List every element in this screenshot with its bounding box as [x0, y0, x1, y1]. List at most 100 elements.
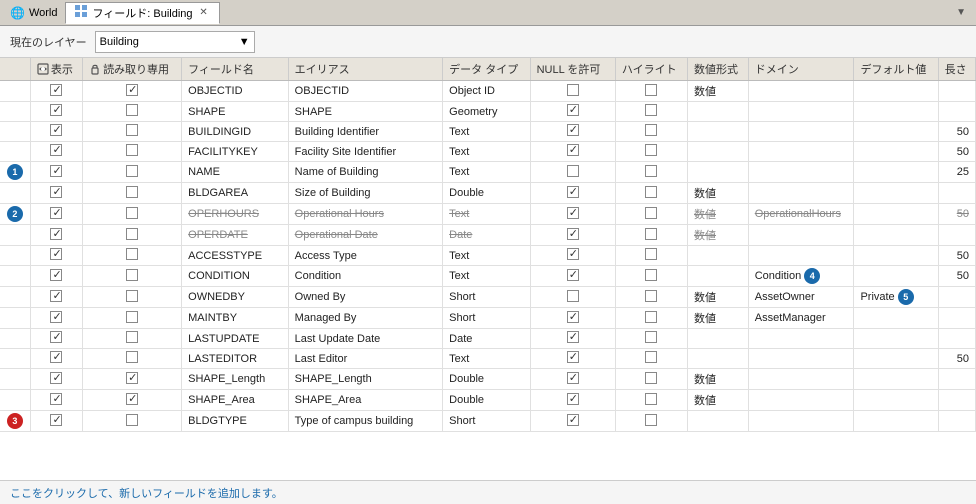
- tab-fields[interactable]: フィールド: Building ✕: [65, 2, 219, 24]
- show-checkbox[interactable]: [50, 269, 62, 281]
- allownull-cell[interactable]: [530, 287, 615, 308]
- allownull-checkbox[interactable]: [567, 104, 579, 116]
- allownull-checkbox[interactable]: [567, 331, 579, 343]
- highlight-checkbox[interactable]: [645, 393, 657, 405]
- show-checkbox[interactable]: [50, 393, 62, 405]
- highlight-checkbox[interactable]: [645, 372, 657, 384]
- readonly-checkbox-cell[interactable]: [83, 287, 182, 308]
- show-checkbox[interactable]: [50, 248, 62, 260]
- allownull-checkbox[interactable]: [567, 207, 579, 219]
- readonly-checkbox[interactable]: [126, 84, 138, 96]
- readonly-checkbox[interactable]: [126, 351, 138, 363]
- show-checkbox[interactable]: [50, 84, 62, 96]
- allownull-cell[interactable]: [530, 183, 615, 204]
- highlight-cell[interactable]: [615, 122, 687, 142]
- show-checkbox[interactable]: [50, 104, 62, 116]
- allownull-checkbox[interactable]: [567, 144, 579, 156]
- highlight-cell[interactable]: [615, 102, 687, 122]
- readonly-checkbox[interactable]: [126, 393, 138, 405]
- allownull-cell[interactable]: [530, 266, 615, 287]
- show-checkbox-cell[interactable]: [30, 225, 82, 246]
- allownull-cell[interactable]: [530, 102, 615, 122]
- highlight-checkbox[interactable]: [645, 331, 657, 343]
- show-checkbox[interactable]: [50, 124, 62, 136]
- highlight-cell[interactable]: [615, 162, 687, 183]
- readonly-checkbox-cell[interactable]: [83, 81, 182, 102]
- readonly-checkbox[interactable]: [126, 269, 138, 281]
- show-checkbox[interactable]: [50, 207, 62, 219]
- readonly-checkbox-cell[interactable]: [83, 369, 182, 390]
- highlight-cell[interactable]: [615, 411, 687, 432]
- highlight-cell[interactable]: [615, 349, 687, 369]
- show-checkbox[interactable]: [50, 144, 62, 156]
- allownull-checkbox[interactable]: [567, 248, 579, 260]
- readonly-checkbox[interactable]: [126, 372, 138, 384]
- allownull-checkbox[interactable]: [567, 269, 579, 281]
- close-tab-button[interactable]: ✕: [197, 6, 211, 20]
- readonly-checkbox-cell[interactable]: [83, 266, 182, 287]
- allownull-cell[interactable]: [530, 369, 615, 390]
- show-checkbox-cell[interactable]: [30, 162, 82, 183]
- readonly-checkbox[interactable]: [126, 290, 138, 302]
- show-checkbox-cell[interactable]: [30, 142, 82, 162]
- readonly-checkbox-cell[interactable]: [83, 308, 182, 329]
- readonly-checkbox-cell[interactable]: [83, 162, 182, 183]
- show-checkbox-cell[interactable]: [30, 122, 82, 142]
- show-checkbox-cell[interactable]: [30, 369, 82, 390]
- allownull-cell[interactable]: [530, 390, 615, 411]
- show-checkbox[interactable]: [50, 228, 62, 240]
- allownull-checkbox[interactable]: [567, 311, 579, 323]
- allownull-checkbox[interactable]: [567, 393, 579, 405]
- allownull-checkbox[interactable]: [567, 165, 579, 177]
- show-checkbox[interactable]: [50, 331, 62, 343]
- readonly-checkbox-cell[interactable]: [83, 390, 182, 411]
- allownull-checkbox[interactable]: [567, 228, 579, 240]
- allownull-cell[interactable]: [530, 349, 615, 369]
- layer-select[interactable]: Building ▼: [95, 31, 255, 53]
- readonly-checkbox-cell[interactable]: [83, 411, 182, 432]
- show-checkbox-cell[interactable]: [30, 411, 82, 432]
- show-checkbox[interactable]: [50, 372, 62, 384]
- readonly-checkbox-cell[interactable]: [83, 102, 182, 122]
- allownull-checkbox[interactable]: [567, 290, 579, 302]
- show-checkbox-cell[interactable]: [30, 183, 82, 204]
- show-checkbox[interactable]: [50, 165, 62, 177]
- highlight-checkbox[interactable]: [645, 144, 657, 156]
- show-checkbox-cell[interactable]: [30, 390, 82, 411]
- allownull-checkbox[interactable]: [567, 84, 579, 96]
- allownull-cell[interactable]: [530, 411, 615, 432]
- readonly-checkbox[interactable]: [126, 186, 138, 198]
- allownull-cell[interactable]: [530, 308, 615, 329]
- show-checkbox-cell[interactable]: [30, 204, 82, 225]
- highlight-cell[interactable]: [615, 369, 687, 390]
- highlight-cell[interactable]: [615, 287, 687, 308]
- highlight-checkbox[interactable]: [645, 248, 657, 260]
- readonly-checkbox-cell[interactable]: [83, 204, 182, 225]
- allownull-checkbox[interactable]: [567, 124, 579, 136]
- readonly-checkbox-cell[interactable]: [83, 246, 182, 266]
- show-checkbox[interactable]: [50, 186, 62, 198]
- show-checkbox[interactable]: [50, 311, 62, 323]
- show-checkbox-cell[interactable]: [30, 102, 82, 122]
- show-checkbox-cell[interactable]: [30, 246, 82, 266]
- show-checkbox-cell[interactable]: [30, 81, 82, 102]
- readonly-checkbox-cell[interactable]: [83, 122, 182, 142]
- allownull-cell[interactable]: [530, 81, 615, 102]
- highlight-cell[interactable]: [615, 225, 687, 246]
- readonly-checkbox[interactable]: [126, 311, 138, 323]
- allownull-checkbox[interactable]: [567, 414, 579, 426]
- show-checkbox-cell[interactable]: [30, 329, 82, 349]
- allownull-cell[interactable]: [530, 142, 615, 162]
- highlight-checkbox[interactable]: [645, 186, 657, 198]
- show-checkbox[interactable]: [50, 351, 62, 363]
- highlight-checkbox[interactable]: [645, 104, 657, 116]
- allownull-cell[interactable]: [530, 204, 615, 225]
- highlight-checkbox[interactable]: [645, 124, 657, 136]
- highlight-cell[interactable]: [615, 204, 687, 225]
- show-checkbox-cell[interactable]: [30, 308, 82, 329]
- readonly-checkbox[interactable]: [126, 104, 138, 116]
- readonly-checkbox[interactable]: [126, 165, 138, 177]
- highlight-cell[interactable]: [615, 81, 687, 102]
- show-checkbox[interactable]: [50, 290, 62, 302]
- readonly-checkbox[interactable]: [126, 331, 138, 343]
